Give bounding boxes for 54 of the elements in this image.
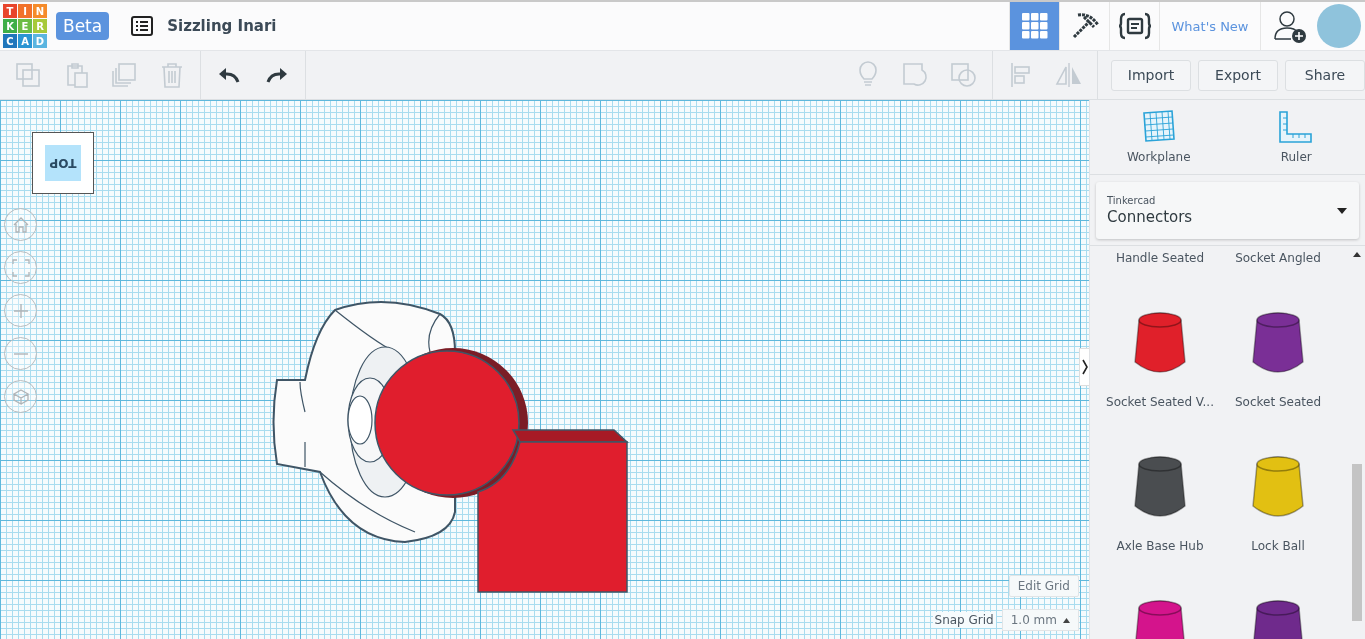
redo-icon[interactable]: [265, 65, 289, 85]
view-button[interactable]: [4, 251, 37, 284]
shape-item[interactable]: Socket Seated V...: [1101, 268, 1219, 412]
toolbar-button[interactable]: Share: [1285, 59, 1365, 91]
toolbar-button[interactable]: Import: [1111, 59, 1191, 91]
view-button[interactable]: [4, 208, 37, 241]
edit-grid-button[interactable]: Edit Grid: [1008, 575, 1079, 597]
zoom-in-icon: [12, 302, 29, 319]
ruler-icon: [1278, 110, 1315, 144]
scrollbar-thumb[interactable]: [1352, 464, 1362, 621]
grid-icon: [1021, 13, 1048, 39]
shape-item[interactable]: Handle Seated: [1101, 246, 1219, 268]
view-cube[interactable]: TOP: [32, 132, 94, 194]
shape-item[interactable]: Socket Seated: [1219, 268, 1337, 412]
add-user-icon[interactable]: [1273, 9, 1307, 43]
logo-tile: A: [18, 34, 32, 48]
avatar[interactable]: [1317, 4, 1361, 48]
logo-tile: T: [3, 4, 17, 18]
collapse-panel-button[interactable]: [1079, 348, 1089, 386]
logo-tile: D: [33, 34, 47, 48]
view-button[interactable]: [4, 294, 37, 327]
workplane-grid-icon: [1140, 110, 1177, 144]
undo-icon[interactable]: [217, 65, 241, 85]
logo-tile: N: [33, 4, 47, 18]
view-button[interactable]: [4, 380, 37, 413]
caret-icon: [1337, 207, 1347, 214]
logo-tile: K: [3, 19, 17, 33]
shape-item[interactable]: Axle Base Hub: [1101, 412, 1219, 556]
snap-grid-label: Snap Grid: [932, 612, 996, 628]
caret-icon: [1063, 617, 1070, 623]
shape-item[interactable]: Socket Angled: [1219, 246, 1337, 268]
cube-icon: [11, 387, 30, 406]
panel-tool-button[interactable]: Workplane: [1090, 100, 1228, 174]
library-dropdown[interactable]: Tinkercad Connectors: [1096, 182, 1359, 239]
project-title[interactable]: Sizzling Inari: [167, 17, 277, 35]
beta-badge: Beta: [56, 12, 110, 40]
toolbar-button[interactable]: Export: [1198, 59, 1278, 91]
list-icon[interactable]: [131, 16, 154, 36]
fit-view-icon: [11, 258, 30, 277]
scroll-up-icon[interactable]: [1353, 252, 1361, 257]
snap-grid-dropdown[interactable]: 1.0 mm: [1001, 609, 1079, 631]
view-button[interactable]: [4, 337, 37, 370]
braces-icon: [1117, 12, 1152, 40]
zoom-out-icon: [12, 352, 29, 355]
view-cube-face[interactable]: TOP: [45, 145, 81, 181]
logo-tile: C: [3, 34, 17, 48]
cylinder-drawing[interactable]: [374, 348, 528, 498]
logo-tile: E: [18, 19, 32, 33]
chevron-icon: [1081, 359, 1088, 375]
panel-tool-button[interactable]: Ruler: [1227, 100, 1365, 174]
shape-item[interactable]: Lock Ball: [1219, 412, 1337, 556]
home-icon: [11, 215, 30, 234]
logo-tile: I: [18, 4, 32, 18]
logo-tile: R: [33, 19, 47, 33]
